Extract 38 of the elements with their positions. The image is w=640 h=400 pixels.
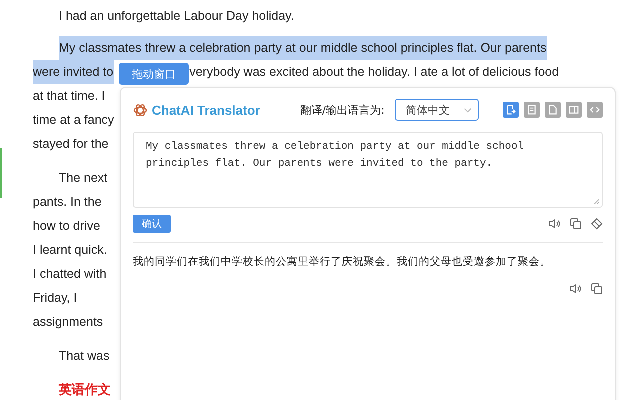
page-icon	[527, 105, 537, 115]
side-indicator	[0, 148, 2, 198]
app-title: ChatAI Translator	[152, 102, 260, 118]
file-icon	[548, 105, 558, 115]
article-text: stayed for the	[33, 136, 109, 153]
language-select[interactable]: 简体中文	[394, 99, 479, 121]
article-text: pants. In the	[33, 194, 102, 211]
article-text: My classmates threw a celebration party at our middle school principles flat. Our parents	[59, 36, 547, 60]
article-text: assignments	[33, 314, 104, 331]
article-text: Friday, I	[33, 290, 78, 307]
article-text: I learnt quick.	[33, 242, 108, 259]
translation-text: 我的同学们在我们中学校长的公寓里举行了庆祝聚会。我们的父母也受邀参加了聚会。	[133, 255, 552, 269]
article-text: That was	[59, 348, 110, 365]
article-text: were invited to	[33, 60, 114, 84]
article-text: The next	[59, 170, 108, 187]
speaker-icon[interactable]	[570, 283, 582, 295]
source-text-field[interactable]: My classmates threw a celebration party at our middle school principles flat. Our parents were invited to the party.	[133, 132, 603, 208]
article-text: I had an unforgettable Labour Day holiday.	[59, 8, 294, 25]
mode-button[interactable]	[503, 102, 519, 118]
confirm-button[interactable]: 确认	[133, 215, 171, 233]
copy-icon[interactable]	[591, 283, 603, 295]
chevron-icon	[464, 108, 472, 112]
article-text: at that time. I	[33, 88, 106, 105]
copy-icon[interactable]	[570, 218, 582, 230]
drag-window-button[interactable]: 拖动窗口	[119, 63, 189, 85]
input-arrow-icon	[506, 105, 516, 115]
eraser-icon[interactable]	[591, 218, 603, 230]
article-text: I chatted with	[33, 266, 107, 283]
split-panel-icon	[569, 105, 579, 115]
article-text: verybody was excited about the holiday. I ate a lot of delicious food	[190, 64, 560, 81]
speaker-icon[interactable]	[549, 218, 561, 230]
logo-icon	[133, 102, 148, 118]
article-text: how to drive	[33, 218, 100, 235]
language-label: 翻译/输出语言为:	[300, 102, 385, 118]
resize-grip-icon	[593, 198, 600, 205]
article-text: time at a fancy	[33, 112, 114, 129]
code-icon	[590, 105, 600, 115]
heading-link[interactable]: 英语作文	[59, 378, 111, 400]
